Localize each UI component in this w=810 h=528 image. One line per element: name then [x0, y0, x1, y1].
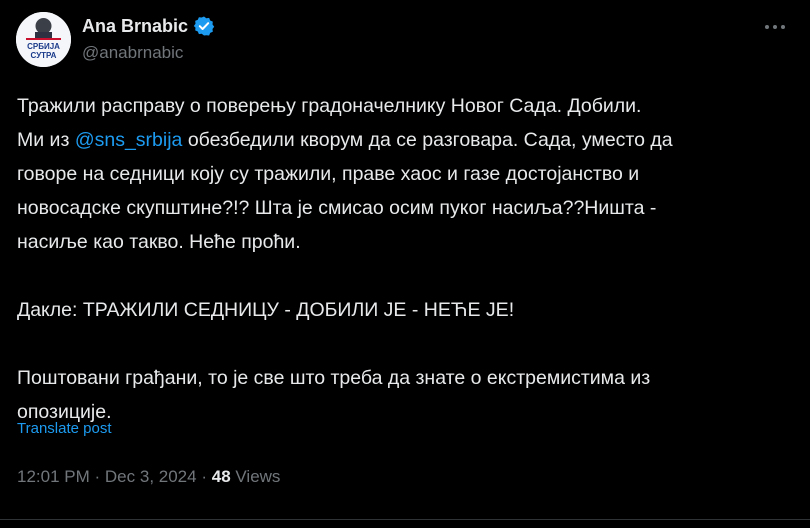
- tweet-date: Dec 3, 2024: [104, 467, 197, 486]
- divider: [0, 519, 810, 520]
- tweet-line: новосадске скупштине?!? Шта је смисао ос…: [17, 197, 657, 219]
- tweet-text: Тражили расправу о поверењу градоначелни…: [17, 89, 797, 429]
- translate-post-link[interactable]: Translate post: [17, 420, 112, 437]
- tweet-line: обезбедили кворум да се разговара. Сада,…: [182, 129, 673, 151]
- avatar-text-bottom: СУТРА: [31, 51, 57, 60]
- tweet-card: СРБИЈА СУТРА Ana Brnabic @anabrnabic Тра…: [0, 0, 810, 528]
- more-options-icon[interactable]: [760, 14, 790, 40]
- tweet-line: Тражили расправу о поверењу градоначелни…: [17, 95, 642, 117]
- tweet-line: Ми из: [17, 129, 75, 151]
- verified-badge-icon: [193, 15, 215, 37]
- meta-separator: ·: [201, 467, 207, 486]
- tweet-line: Дакле: ТРАЖИЛИ СЕДНИЦУ - ДОБИЛИ ЈЕ - НЕЋ…: [17, 299, 515, 321]
- avatar-text-top: СРБИЈА: [27, 42, 60, 51]
- meta-separator: ·: [94, 467, 101, 486]
- views-label: Views: [235, 467, 281, 486]
- views-count: 48: [211, 467, 231, 486]
- avatar[interactable]: СРБИЈА СУТРА: [16, 12, 71, 67]
- avatar-image: СРБИЈА СУТРА: [16, 12, 71, 67]
- tweet-line: Поштовани грађани, то је све што треба д…: [17, 367, 651, 389]
- tweet-meta: 12:01 PM · Dec 3, 2024 · 48 Views: [17, 467, 280, 487]
- tweet-time-link[interactable]: 12:01 PM · Dec 3, 2024: [17, 467, 197, 486]
- tweet-line: насиље као такво. Неће проћи.: [17, 231, 301, 253]
- user-handle[interactable]: @anabrnabic: [82, 43, 183, 63]
- author-name-row: Ana Brnabic: [82, 14, 215, 38]
- display-name[interactable]: Ana Brnabic: [82, 16, 188, 37]
- mention-link[interactable]: @sns_srbija: [75, 129, 183, 151]
- tweet-line: говоре на седници коју су тражили, праве…: [17, 163, 640, 185]
- tweet-time: 12:01 PM: [17, 467, 90, 486]
